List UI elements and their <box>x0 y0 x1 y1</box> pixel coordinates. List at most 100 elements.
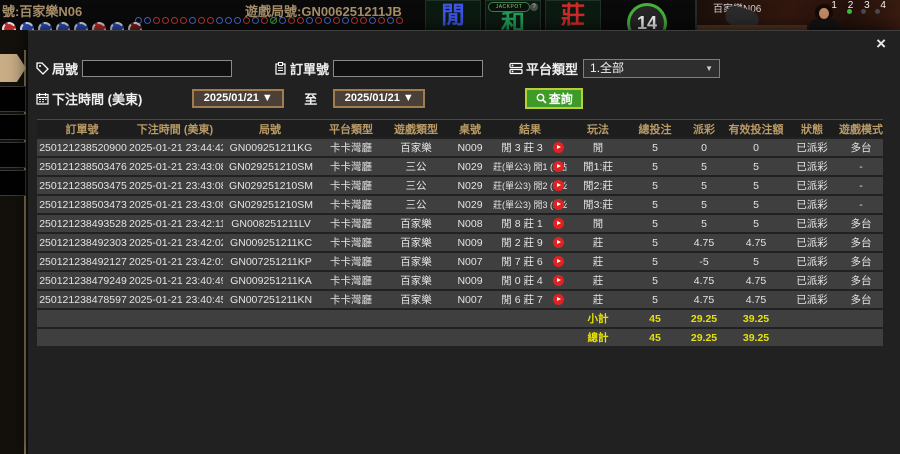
result-text: 閒 2 莊 9 <box>501 237 543 249</box>
cell-order-no: 250121238493528 <box>37 215 127 232</box>
cell-payout: 5 <box>681 196 727 213</box>
cell-payout: 4.75 <box>681 234 727 251</box>
cell-round-no: GN009251211KA <box>223 272 317 289</box>
empty-cell <box>785 310 883 327</box>
cell-order-no: 250121238478597 <box>37 291 127 308</box>
empty-cell <box>785 329 883 346</box>
bead-marker <box>171 17 178 24</box>
platform-select[interactable]: 1.全部 ▼ <box>583 59 721 78</box>
round-input[interactable] <box>82 60 233 77</box>
bead-marker <box>360 17 367 24</box>
subtotal-row: 小計 45 29.25 39.25 <box>37 310 883 327</box>
table-row: 250121238503473 2025-01-21 23:43:08 GN0292… <box>37 196 883 213</box>
cell-payout: 4.75 <box>681 291 727 308</box>
replay-video-icon[interactable] <box>553 275 564 286</box>
result-text: 閒 6 莊 7 <box>501 294 543 306</box>
bet-time-filter-label: 下注時間 (美東) <box>36 89 142 108</box>
replay-video-icon[interactable] <box>553 199 564 210</box>
replay-video-icon[interactable] <box>553 294 564 305</box>
bead-marker <box>144 17 151 24</box>
cell-game-type: 百家樂 <box>385 272 447 289</box>
dealer-body <box>809 19 839 30</box>
bet-time-filter-text: 下注時間 (美東) <box>52 92 143 107</box>
search-button[interactable]: 查詢 <box>525 88 584 109</box>
cell-game-type: 三公 <box>385 177 447 194</box>
bead-marker <box>180 17 187 24</box>
column-header: 玩法 <box>567 119 629 137</box>
cell-total-bet: 5 <box>629 196 681 213</box>
cell-platform: 卡卡灣廳 <box>317 158 385 175</box>
column-header: 遊戲類型 <box>385 119 447 137</box>
date-from-picker[interactable]: 2025/01/21 ▼ <box>192 89 285 108</box>
cell-play-method: 莊 <box>567 253 629 270</box>
replay-video-icon[interactable] <box>553 142 564 153</box>
cell-payout: 4.75 <box>681 272 727 289</box>
column-header: 訂單號 <box>37 119 127 137</box>
cell-platform: 卡卡灣廳 <box>317 253 385 270</box>
cell-status: 已派彩 <box>785 291 839 308</box>
replay-video-icon[interactable] <box>553 237 564 248</box>
cell-order-no: 250121238520900 <box>37 139 127 156</box>
sidebar-pull-tab[interactable] <box>0 54 26 82</box>
cell-status: 已派彩 <box>785 272 839 289</box>
cell-round-no: GN008251211LV <box>223 215 317 232</box>
replay-video-icon[interactable] <box>553 218 564 229</box>
column-header: 下注時間 (美東) <box>127 119 223 137</box>
bead-marker <box>162 17 169 24</box>
cell-bet-time: 2025-01-21 23:40:45 <box>127 291 223 308</box>
cell-game-mode: 多台 <box>839 215 883 232</box>
live-video-feed: 百家樂N06 1 2 3 4 <box>695 0 900 30</box>
filter-row-2: 下注時間 (美東) 2025/01/21 ▼ 至 2025/01/21 ▼ 查詢 <box>36 88 584 109</box>
bead-marker <box>396 17 403 24</box>
platform-stack-icon <box>509 62 523 75</box>
subtotal-valid-bet: 39.25 <box>727 310 785 327</box>
cell-status: 已派彩 <box>785 215 839 232</box>
date-to-label: 至 <box>304 92 318 107</box>
search-icon <box>536 93 547 104</box>
column-header: 平台類型 <box>317 119 385 137</box>
column-header: 有效投注額 <box>727 119 785 137</box>
replay-video-icon[interactable] <box>553 161 564 172</box>
cell-platform: 卡卡灣廳 <box>317 177 385 194</box>
video-gray-dot <box>861 9 866 14</box>
platform-filter-text: 平台類型 <box>526 62 579 77</box>
cell-order-no: 250121238503475 <box>37 177 127 194</box>
cell-bet-time: 2025-01-21 23:43:08 <box>127 158 223 175</box>
cell-round-no: GN029251210SM <box>223 158 317 175</box>
cell-result: 閒 2 莊 9 <box>493 234 567 251</box>
cell-table-no: N009 <box>447 272 493 289</box>
bet-player-label: 閒 <box>441 2 465 29</box>
cell-bet-time: 2025-01-21 23:44:42 <box>127 139 223 156</box>
close-icon[interactable]: × <box>876 35 886 52</box>
cell-payout: -5 <box>681 253 727 270</box>
cell-status: 已派彩 <box>785 234 839 251</box>
total-payout: 29.25 <box>681 329 727 346</box>
column-header: 遊戲模式 <box>839 119 883 137</box>
order-input[interactable] <box>333 60 484 77</box>
clipboard-icon <box>275 62 286 75</box>
bet-banker-label: 莊 <box>561 2 585 29</box>
cell-round-no: GN029251210SM <box>223 177 317 194</box>
table-row: 250121238479249 2025-01-21 23:40:49 GN0092… <box>37 272 883 289</box>
cell-total-bet: 5 <box>629 234 681 251</box>
result-text: 閒 7 莊 6 <box>501 256 543 268</box>
sidebar-panel <box>0 142 26 168</box>
jackpot-badge[interactable]: JACKPOT <box>488 2 530 12</box>
cell-valid-bet: 4.75 <box>727 272 785 289</box>
bead-marker <box>207 17 214 24</box>
jackpot-help-icon[interactable]: ? <box>530 3 538 11</box>
cell-result: 閒 0 莊 4 <box>493 272 567 289</box>
cell-total-bet: 5 <box>629 291 681 308</box>
date-to-picker[interactable]: 2025/01/21 ▼ <box>333 89 426 108</box>
cell-bet-time: 2025-01-21 23:42:01 <box>127 253 223 270</box>
cell-status: 已派彩 <box>785 177 839 194</box>
bet-records-table-wrap: 訂單號 下注時間 (美東) 局號 平台類型 遊戲類型 桌號 結果 玩法 總投注 派彩 有效投注額 狀態… <box>37 117 883 348</box>
left-sidebar-sliver <box>0 30 28 454</box>
cell-platform: 卡卡灣廳 <box>317 291 385 308</box>
replay-video-icon[interactable] <box>553 180 564 191</box>
cell-total-bet: 5 <box>629 158 681 175</box>
cell-total-bet: 5 <box>629 215 681 232</box>
bead-marker <box>387 17 394 24</box>
cell-play-method: 閒 <box>567 139 629 156</box>
replay-video-icon[interactable] <box>553 256 564 267</box>
